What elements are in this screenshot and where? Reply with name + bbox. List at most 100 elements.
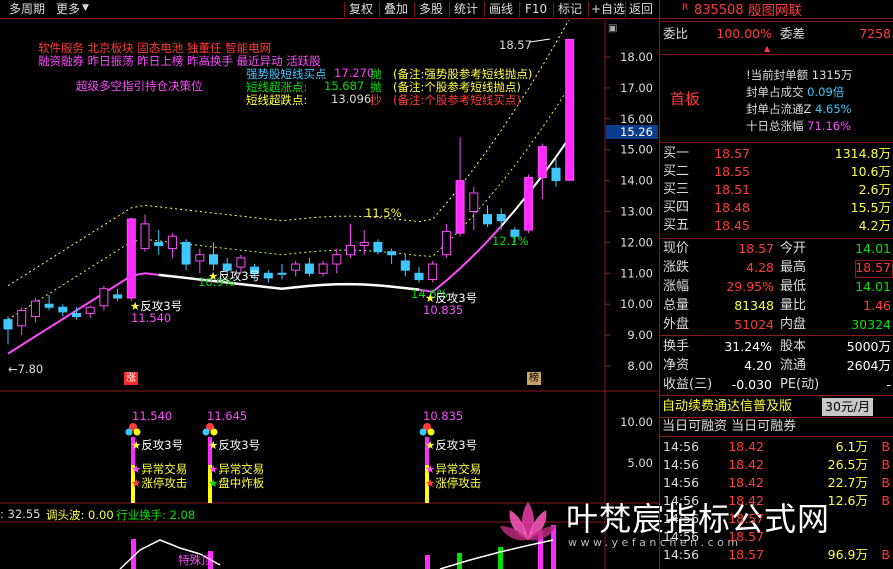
buy-row[interactable]: 买三 18.51 2.6万 [660, 181, 893, 199]
ind-fangong: ★反攻3号 [208, 438, 261, 452]
axis-tick-label: 16.00 [620, 112, 653, 126]
bottom-bar [457, 553, 462, 569]
tick-row: 14:56 18.42 22.7万 B [663, 475, 890, 490]
more-button[interactable]: 更多 [53, 1, 83, 18]
candle [85, 305, 95, 319]
lotus-logo-icon [498, 490, 558, 550]
divider [344, 2, 345, 17]
candle [359, 230, 369, 255]
buy-row[interactable]: 买一 18.57 1314.8万 [660, 145, 893, 163]
candle [483, 205, 492, 227]
bottom-bar [425, 555, 430, 569]
support-line [500, 136, 571, 227]
multi-period-button[interactable]: 多周期 [6, 1, 48, 18]
bottom-a: : 32.55 [0, 507, 41, 521]
divider [519, 2, 520, 17]
candle [263, 270, 273, 283]
f10-button[interactable]: F10 [522, 1, 550, 18]
candle [3, 316, 13, 345]
high-label: 18.57 [499, 38, 532, 52]
current-price-tag: 15.26 [606, 125, 658, 139]
divider [379, 2, 380, 17]
candle [181, 239, 191, 271]
candle [400, 254, 410, 277]
ind-zhaban: ★盘中炸板 [208, 476, 265, 490]
quote-row: 总量 81348 量比 1.46 [663, 298, 891, 313]
price-axis: 18.00 17.00 16.00 15.00 14.00 13.00 12.00 11.00… [605, 50, 653, 373]
up-val: 15.687 [324, 79, 365, 93]
stock-name: 殷图网联 [748, 3, 802, 19]
candle [332, 248, 342, 274]
overlay-button[interactable]: 叠加 [381, 1, 411, 18]
renew-row[interactable]: 自动续费通达信普及版 30元/月 [660, 398, 893, 416]
high-pointer [529, 38, 551, 43]
quote-row: 现价 18.57 今开 14.01 [663, 241, 891, 256]
axis-tick-label: 11.00 [620, 266, 653, 280]
buy-row[interactable]: 买四 18.48 15.5万 [660, 199, 893, 217]
multi-label: 超级多空指引持仓决策位 [76, 79, 203, 93]
axis-tick-label: 10.00 [620, 297, 653, 311]
buy-row[interactable]: 买五 18.45 4.2万 [660, 217, 893, 235]
fund-row: 收益(三) -0.030 PE(动) - [663, 377, 891, 392]
divider [553, 2, 554, 17]
margin-row: 当日可融资 当日可融券 [662, 419, 797, 434]
candle [496, 208, 506, 231]
candle [565, 38, 575, 181]
axis-tick-label: 14.00 [620, 174, 653, 188]
candle [291, 260, 301, 277]
candle [126, 217, 136, 302]
axis-tick-label: 8.00 [627, 359, 653, 373]
buy-row[interactable]: 买二 18.55 10.6万 [660, 163, 893, 181]
ind-zhangting: ★涨停攻击 [131, 476, 188, 490]
first-board-tag: 首板 [670, 90, 701, 108]
candle [167, 233, 177, 258]
down-label: 短线超跌点: [246, 93, 308, 107]
pct-label: 11.5% [365, 206, 402, 220]
candle [469, 186, 479, 231]
low-label: ←7.80 [8, 362, 44, 376]
chevron-down-icon[interactable]: ▼ [82, 3, 89, 13]
candle [414, 267, 424, 283]
back-button[interactable]: 返回 [626, 1, 656, 18]
stats-button[interactable]: 统计 [451, 1, 481, 18]
candle [99, 285, 109, 311]
kline-chart[interactable]: 18.00 17.00 16.00 15.00 14.00 13.00 12.00 11.00… [0, 20, 659, 569]
chevron-up-icon[interactable]: ▲ [764, 44, 770, 53]
axis-arrow-icon: ▣ [608, 23, 618, 34]
ind-fangong: ★反攻3号 [425, 438, 478, 452]
candle [304, 257, 314, 277]
ind-label: 11.540 [132, 409, 173, 423]
bottom-bar [498, 547, 503, 569]
ind-axis-label: 10.00 [620, 415, 653, 429]
candle [17, 307, 27, 336]
low-annot: 10.835 [423, 303, 464, 317]
ind-label: 10.835 [423, 409, 464, 423]
candle [455, 137, 465, 237]
draw-line-button[interactable]: 画线 [486, 1, 516, 18]
candle [154, 230, 164, 255]
candle [318, 260, 328, 277]
flag-badge: R [682, 3, 689, 13]
indicator-axis: 10.00 5.00 [125, 415, 653, 503]
stock-header: R 835508 殷图网联 [660, 0, 893, 22]
tick-row: 14:56 18.42 6.1万 B [663, 439, 890, 454]
mark-button[interactable]: 标记 [555, 1, 585, 18]
stock-code: 835508 [694, 3, 744, 18]
axis-tick-label: 18.00 [620, 50, 653, 64]
quote-row: 涨幅 29.95% 最低 14.01 [663, 279, 891, 294]
candle [551, 158, 561, 187]
candle [524, 174, 534, 234]
down-tag: 抄 [370, 93, 382, 107]
multi-stock-button[interactable]: 多股 [416, 1, 446, 18]
fund-row: 换手 31.24% 股本 5000万 [663, 339, 891, 354]
candle [387, 248, 397, 265]
renew-price-button[interactable]: 30元/月 [822, 398, 874, 416]
add-watchlist-button[interactable]: +自选 [588, 1, 628, 18]
ind-label: 11.645 [207, 409, 248, 423]
divider [484, 2, 485, 17]
candle [30, 298, 40, 323]
candle [346, 223, 355, 258]
ind-fangong: ★反攻3号 [131, 438, 184, 452]
candle [195, 248, 205, 274]
fuquan-button[interactable]: 复权 [346, 1, 376, 18]
